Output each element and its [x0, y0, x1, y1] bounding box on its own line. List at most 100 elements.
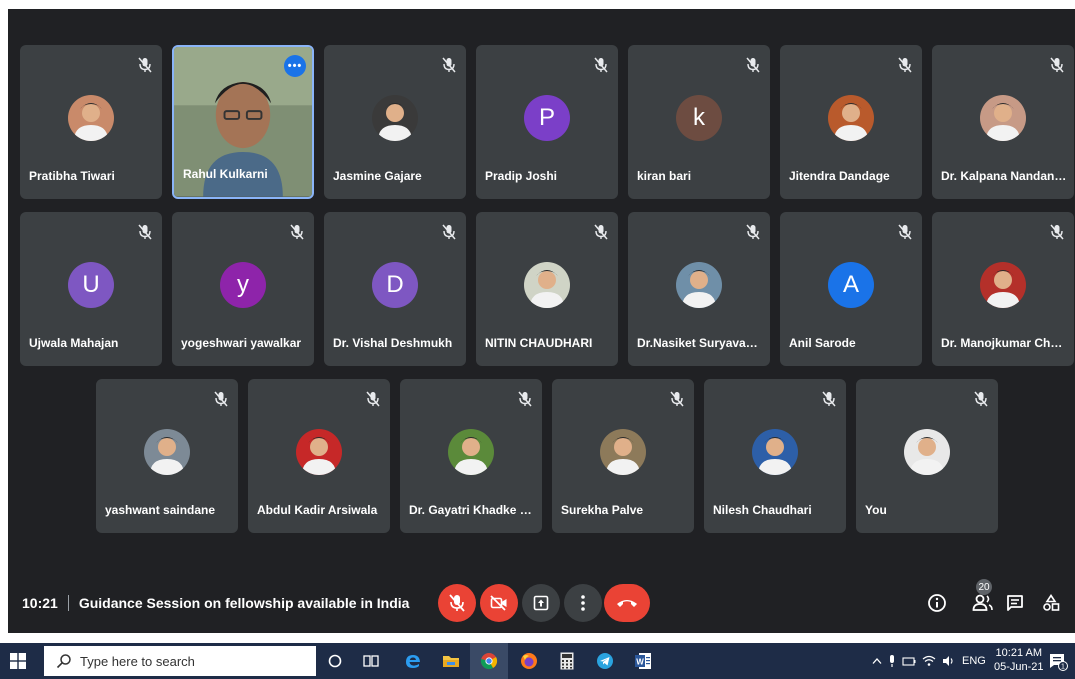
participant-name: Dr.Nasiket Suryavanshi [637, 336, 764, 350]
meeting-details-button[interactable] [924, 590, 950, 616]
chrome-icon [480, 653, 498, 670]
action-center-button[interactable]: 1 [1048, 651, 1068, 671]
present-screen-button[interactable] [522, 584, 560, 622]
participant-name: Pratibha Tiwari [29, 169, 115, 183]
cortana-button[interactable] [324, 650, 346, 672]
leave-call-button[interactable] [604, 584, 650, 622]
mic-off-icon [594, 224, 608, 240]
profile-photo [828, 95, 874, 141]
participant-tile[interactable]: ••• Rahul Kulkarni [172, 45, 314, 199]
word-app[interactable]: W [632, 650, 654, 672]
participant-mic-status [442, 57, 456, 73]
participant-avatar [144, 429, 190, 475]
participant-mic-status [1050, 224, 1064, 240]
taskbar-clock[interactable]: 10:21 AM 05-Jun-21 [994, 646, 1044, 674]
participant-tile[interactable]: y yogeshwari yawalkar [172, 212, 314, 366]
participant-name: Ujwala Mahajan [29, 336, 119, 350]
chat-button[interactable] [1002, 590, 1028, 616]
participant-avatar [524, 262, 570, 308]
file-explorer-app[interactable] [440, 650, 462, 672]
task-view-button[interactable] [360, 650, 382, 672]
participant-tile[interactable]: Surekha Palve [552, 379, 694, 533]
edge-app[interactable] [402, 650, 424, 672]
participant-mic-status [518, 391, 532, 407]
participant-name: Pradip Joshi [485, 169, 558, 183]
taskbar-search-box[interactable]: Type here to search [44, 646, 316, 676]
mic-off-icon [1050, 57, 1064, 73]
meeting-time: 10:21 [22, 595, 58, 611]
participant-tile[interactable]: Dr. Manojkumar Chop... [932, 212, 1074, 366]
meeting-controls-bar: 10:21 Guidance Session on fellowship avai… [8, 579, 1075, 633]
participant-name: yashwant saindane [105, 503, 216, 517]
windows-start-icon[interactable] [10, 653, 26, 669]
camera-toggle-button[interactable] [480, 584, 518, 622]
telegram-app[interactable] [594, 650, 616, 672]
search-placeholder: Type here to search [80, 653, 195, 669]
volume-icon[interactable] [942, 655, 956, 667]
battery-network-icon[interactable] [902, 655, 916, 667]
microphone-icon[interactable] [888, 654, 896, 668]
mic-off-icon [898, 57, 912, 73]
profile-photo [600, 429, 646, 475]
avatar-initial: U [82, 271, 100, 298]
input-language[interactable]: ENG [962, 655, 986, 667]
participant-tile[interactable]: D Dr. Vishal Deshmukh [324, 212, 466, 366]
activities-icon [1043, 594, 1060, 611]
participant-name: Nilesh Chaudhari [713, 503, 812, 517]
clock-time: 10:21 AM [995, 647, 1043, 659]
avatar-initial: D [386, 271, 404, 298]
calculator-app[interactable] [556, 650, 578, 672]
participant-mic-status [594, 224, 608, 240]
participant-mic-status [898, 57, 912, 73]
participant-tile[interactable]: You [856, 379, 998, 533]
more-options-button[interactable] [564, 584, 602, 622]
participant-tile[interactable]: U Ujwala Mahajan [20, 212, 162, 366]
search-icon [56, 654, 71, 669]
profile-photo [980, 262, 1026, 308]
participant-name: Jitendra Dandage [789, 169, 890, 183]
participant-mic-status [670, 391, 684, 407]
participant-tile[interactable]: Abdul Kadir Arsiwala [248, 379, 390, 533]
mic-off-icon [449, 594, 465, 612]
participant-name: Rahul Kulkarni [183, 167, 268, 181]
participant-more-button[interactable]: ••• [284, 55, 306, 77]
participant-name: Dr. Gayatri Khadke Patil [409, 503, 536, 517]
participant-tile[interactable]: yashwant saindane [96, 379, 238, 533]
people-button[interactable] [970, 590, 996, 616]
participant-name: Dr. Manojkumar Chop... [941, 336, 1068, 350]
participant-mic-status [1050, 57, 1064, 73]
mic-toggle-button[interactable] [438, 584, 476, 622]
activities-button[interactable] [1038, 590, 1064, 616]
participant-tile[interactable]: P Pradip Joshi [476, 45, 618, 199]
mic-off-icon [670, 391, 684, 407]
profile-photo [448, 429, 494, 475]
participant-mic-status [974, 391, 988, 407]
mic-off-icon [138, 57, 152, 73]
participant-avatar: A [828, 262, 874, 308]
participant-tile[interactable]: Dr.Nasiket Suryavanshi [628, 212, 770, 366]
participant-tile[interactable]: k kiran bari [628, 45, 770, 199]
avatar-initial: P [538, 104, 555, 131]
task-view-icon [363, 655, 379, 667]
wifi-icon[interactable] [922, 655, 936, 667]
participant-mic-status [594, 57, 608, 73]
chrome-app[interactable] [478, 650, 500, 672]
firefox-icon [521, 653, 537, 669]
participant-tile[interactable]: Dr. Gayatri Khadke Patil [400, 379, 542, 533]
participant-tile[interactable]: Dr. Kalpana Nandanwar [932, 45, 1074, 199]
participant-avatar [980, 95, 1026, 141]
chevron-up-icon[interactable] [872, 657, 882, 665]
chat-icon [1007, 595, 1023, 611]
participant-tile[interactable]: Jasmine Gajare [324, 45, 466, 199]
participant-tile[interactable]: A Anil Sarode [780, 212, 922, 366]
participant-tile[interactable]: NITIN CHAUDHARI [476, 212, 618, 366]
participant-tile[interactable]: Jitendra Dandage [780, 45, 922, 199]
firefox-app[interactable] [518, 650, 540, 672]
participant-name: Surekha Palve [561, 503, 644, 517]
profile-photo [904, 429, 950, 475]
mic-off-icon [746, 224, 760, 240]
participant-tile[interactable]: Pratibha Tiwari [20, 45, 162, 199]
calculator-icon [560, 652, 574, 670]
participant-tile[interactable]: Nilesh Chaudhari [704, 379, 846, 533]
participant-avatar: D [372, 262, 418, 308]
